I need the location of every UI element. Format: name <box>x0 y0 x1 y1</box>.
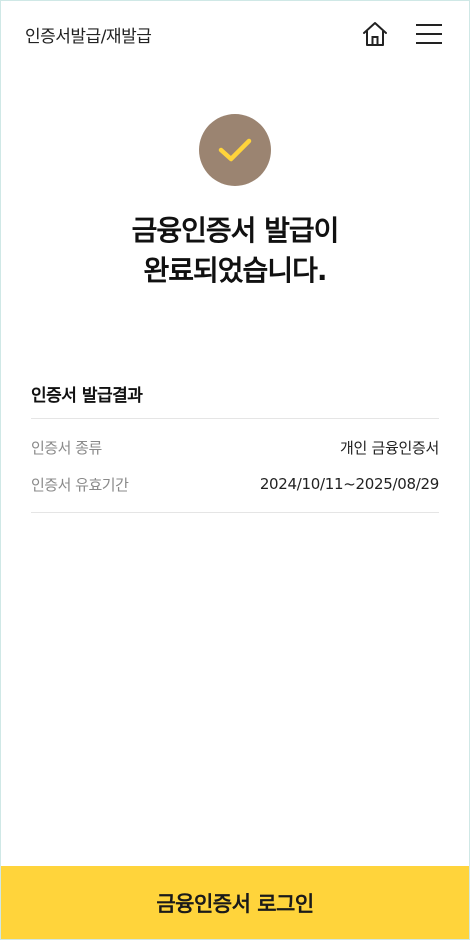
home-button[interactable] <box>359 18 391 50</box>
result-row-cert-type: 인증서 종류 개인 금융인증서 <box>31 435 439 459</box>
menu-button[interactable] <box>413 18 445 50</box>
headline-line-1: 금융인증서 발급이 <box>131 214 340 247</box>
row-label: 인증서 종류 <box>31 438 102 457</box>
check-icon <box>218 138 252 162</box>
result-divider-bottom <box>31 512 439 513</box>
result-section-title: 인증서 발급결과 <box>31 386 143 406</box>
result-divider-top <box>31 418 439 419</box>
header-actions <box>359 18 445 50</box>
app-header: 인증서발급/재발급 <box>1 1 469 67</box>
headline-line-2: 완료되었습니다. <box>143 254 328 287</box>
home-icon <box>363 22 387 46</box>
row-label: 인증서 유효기간 <box>31 475 129 494</box>
row-value: 개인 금융인증서 <box>340 438 439 457</box>
completion-headline: 금융인증서 발급이 완료되었습니다. <box>1 211 469 291</box>
finance-cert-login-button[interactable]: 금융인증서 로그인 <box>1 866 469 939</box>
page-title: 인증서발급/재발급 <box>25 26 152 47</box>
success-badge <box>199 114 271 186</box>
result-row-validity: 인증서 유효기간 2024/10/11~2025/08/29 <box>31 472 439 496</box>
hamburger-menu-icon <box>416 24 442 44</box>
row-value: 2024/10/11~2025/08/29 <box>259 475 439 493</box>
